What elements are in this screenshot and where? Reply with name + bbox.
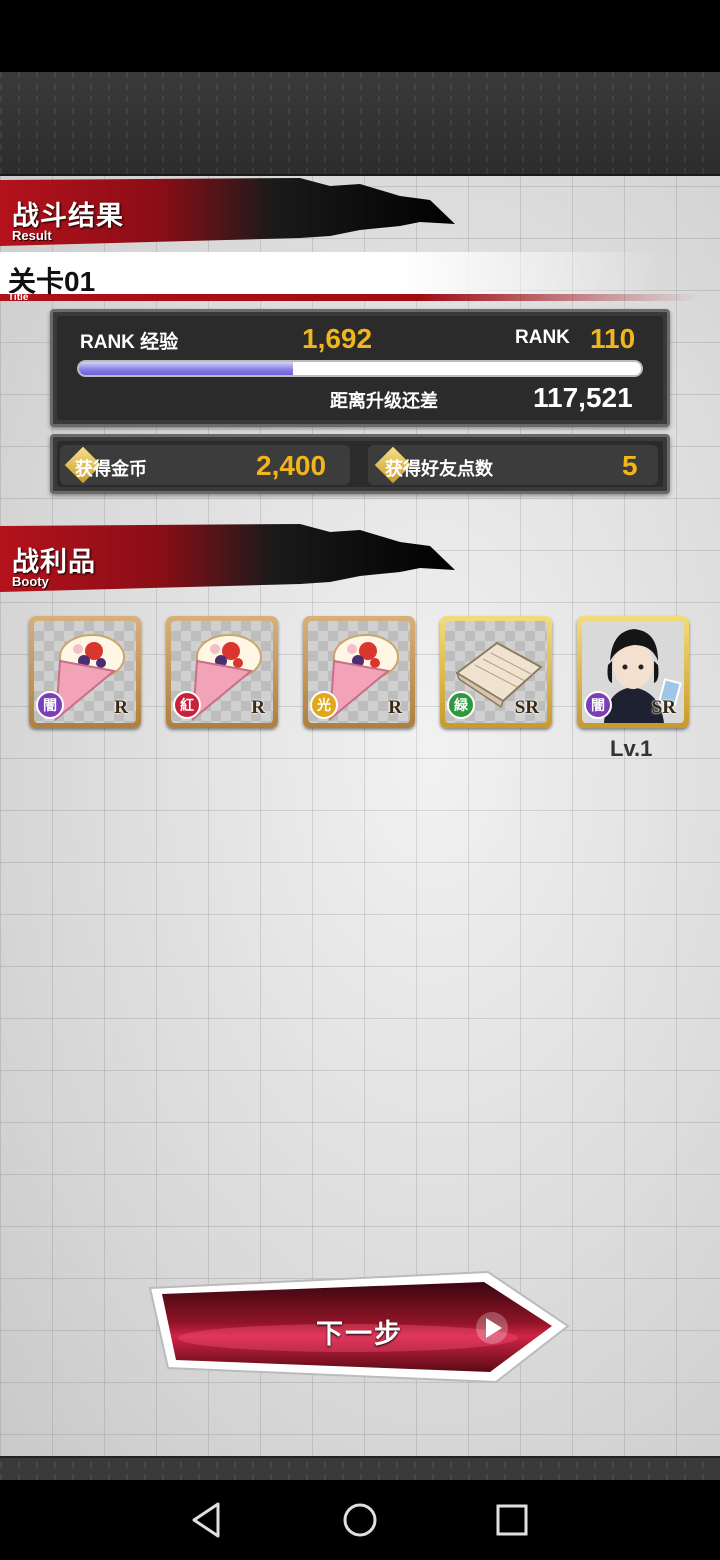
rarity-label: SR (651, 697, 676, 718)
top-decor-strip (0, 72, 720, 176)
status-bar (0, 0, 720, 72)
rank-value: 110 (590, 323, 636, 354)
next-step-label: 下一步 (316, 1319, 403, 1349)
friend-points-label: 获得好友点数 (385, 459, 493, 479)
home-icon[interactable] (338, 1500, 382, 1540)
character-level-label: Lv.1 (610, 736, 653, 761)
friend-points-value: 5 (622, 450, 638, 481)
coins-value: 2,400 (256, 450, 327, 481)
attribute-light-icon: 光 (310, 691, 338, 719)
booty-item-crepe[interactable]: 闇 R (29, 616, 141, 728)
rank-exp-progress-fill (79, 362, 293, 375)
back-icon[interactable] (186, 1500, 230, 1540)
coins-label: 获得金币 (75, 459, 147, 479)
rarity-label: R (388, 697, 402, 718)
rarity-label: SR (514, 697, 539, 718)
rarity-label: R (114, 697, 128, 718)
booty-item-paper[interactable]: 緑 SR (440, 616, 552, 728)
remaining-exp-label: 距离升级还差 (330, 391, 438, 411)
rank-exp-value: 1,692 (302, 323, 373, 354)
attribute-red-icon: 紅 (173, 691, 201, 719)
booty-item-crepe[interactable]: 紅 R (166, 616, 278, 728)
rarity-label: R (251, 697, 265, 718)
stage-subtitle: Title (8, 292, 29, 303)
attribute-dark-icon: 闇 (36, 691, 64, 719)
booty-header: 战利品 Booty (0, 522, 460, 596)
remaining-exp-value: 117,521 (533, 382, 633, 413)
booty-subtitle: Booty (12, 574, 49, 589)
result-subtitle: Result (12, 228, 52, 243)
attribute-dark-icon: 闇 (584, 691, 612, 719)
booty-item-crepe[interactable]: 光 R (303, 616, 415, 728)
recents-icon[interactable] (490, 1500, 534, 1540)
rank-label: RANK (515, 327, 570, 348)
next-step-button[interactable]: 下一步 (148, 1268, 572, 1386)
rank-exp-label: RANK 经验 (80, 332, 179, 353)
booty-item-character[interactable]: 闇 SR (577, 616, 689, 728)
stage-title-bar: 关卡01 Title (0, 252, 720, 303)
navigation-bar (0, 1480, 720, 1560)
attribute-green-icon: 緑 (447, 691, 475, 719)
result-header: 战斗结果 Result (0, 176, 460, 250)
rank-exp-progress-bar (77, 360, 643, 377)
bottom-decor-strip (0, 1456, 720, 1480)
